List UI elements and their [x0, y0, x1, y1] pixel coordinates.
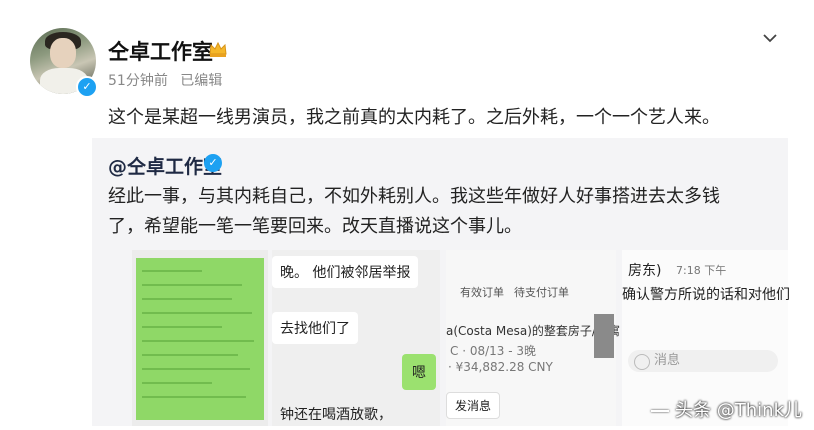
contact-title: 房东) [628, 263, 662, 279]
blurred-text-line [142, 298, 232, 300]
message-input-placeholder: 消息 [654, 353, 681, 368]
message-text: 确认警方所说的话和对他们 [622, 287, 790, 303]
listing-dates: C · 08/13 - 3晚 [450, 344, 536, 358]
message-time: 7:18 下午 [676, 264, 727, 277]
blurred-text-line [142, 382, 212, 384]
chat-bubble-sent: 嗯 [402, 354, 436, 390]
chat-bubble: 去找他们了 [272, 312, 358, 344]
blurred-text-line [142, 312, 252, 314]
verified-badge-icon: ✓ [76, 76, 98, 98]
blurred-text-line [142, 368, 250, 370]
repost-block[interactable]: @仝卓工作室 ✓ 经此一事，与其内耗自己，不如外耗别人。我这些年做好人好事搭进去… [92, 138, 790, 426]
post-text: 这个是某超一线男演员，我之前真的太内耗了。之后外耗，一个一个艺人来。 [108, 107, 720, 128]
emoji-icon [634, 354, 650, 370]
verified-badge-icon: ✓ [204, 154, 222, 172]
blurred-text-line [142, 326, 222, 328]
chat-bubble: 晚。 他们被邻居举报 [272, 256, 419, 288]
post-time: 51分钟前 [108, 73, 168, 89]
watermark-text: 头条 @Think儿 [675, 400, 802, 421]
watermark-dash [651, 410, 670, 412]
blurred-text-line [142, 396, 246, 398]
blurred-text-line [142, 340, 254, 342]
chat-screenshot-grey[interactable]: 晚。 他们被邻居举报 去找他们了 嗯 钟还在喝酒放歌， [272, 250, 440, 426]
listing-thumbnail [594, 314, 614, 358]
booking-screenshot[interactable]: 有效订单 待支付订单 a(Costa Mesa)的整套房子/公寓 C · 08/… [446, 250, 620, 426]
listing-price: · ¥34,882.28 CNY [448, 360, 553, 374]
chat-bubble: 钟还在喝酒放歌， [280, 407, 392, 423]
tab-valid-orders: 有效订单 [460, 286, 504, 299]
crown-icon [209, 41, 227, 57]
author-name[interactable]: 仝卓工作室 [108, 36, 213, 66]
chevron-down-icon[interactable] [762, 30, 778, 46]
send-message-button: 发消息 [446, 392, 501, 419]
post-meta: 51分钟前 已编辑 [108, 70, 230, 90]
weibo-post-card: ✓ 仝卓工作室 51分钟前 已编辑 这个是某超一线男演员，我之前真的太内耗了。之… [0, 0, 814, 426]
blurred-text-line [142, 354, 238, 356]
avatar-face [50, 38, 76, 68]
blurred-text-line [142, 284, 242, 286]
watermark: 头条 @Think儿 [651, 396, 802, 422]
tab-pending-orders: 待支付订单 [514, 286, 569, 299]
message-input: 消息 [628, 350, 778, 372]
repost-text: 经此一事，与其内耗自己，不如外耗别人。我这些年做好人好事搭进去太多钱了，希望能一… [108, 186, 720, 237]
chat-screenshot-green[interactable] [132, 250, 268, 426]
blurred-text-line [142, 270, 202, 272]
edited-label[interactable]: 已编辑 [180, 73, 222, 89]
